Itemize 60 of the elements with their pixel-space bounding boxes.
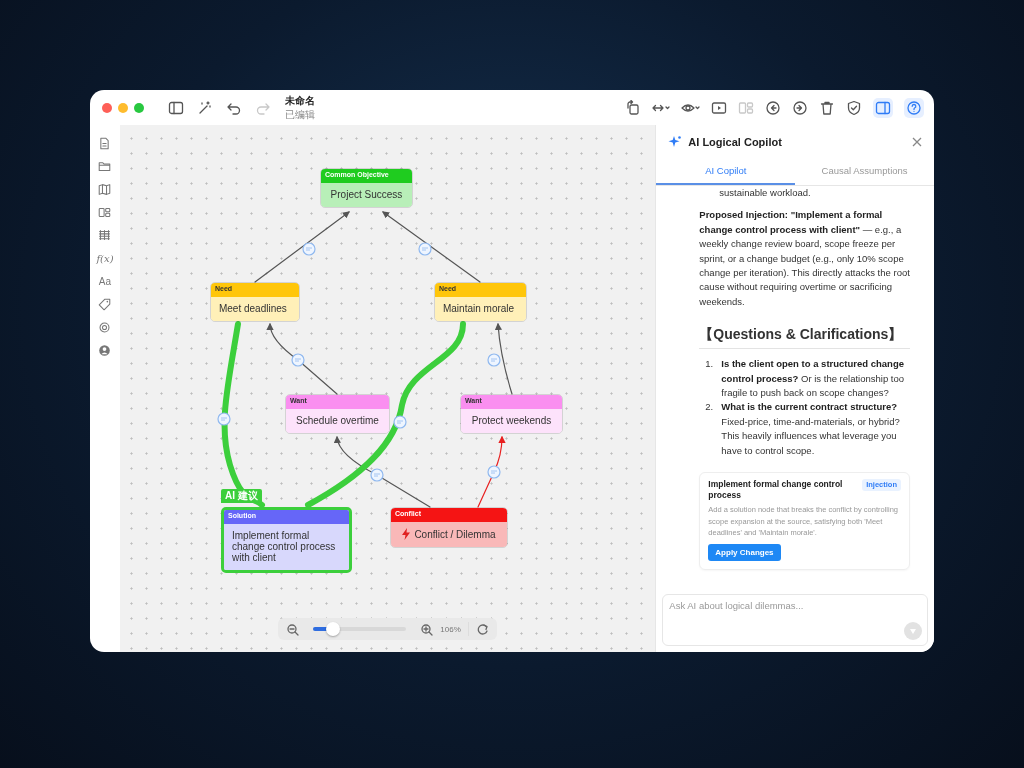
document-icon[interactable] bbox=[98, 137, 112, 150]
tag-icon[interactable] bbox=[98, 298, 112, 311]
trash-icon[interactable] bbox=[819, 99, 835, 116]
send-arrow-icon bbox=[909, 627, 917, 635]
chat-input-field[interactable]: Ask AI about logical dilemmas... bbox=[662, 594, 928, 646]
sidebar-tool[interactable]: f(x) bbox=[96, 252, 114, 265]
connector-arrow[interactable] bbox=[477, 435, 506, 508]
zoom-in-icon[interactable] bbox=[420, 622, 434, 636]
presentation-icon[interactable] bbox=[711, 99, 727, 116]
question-text: Is the client open to a structured change control process? Or is the relationship too fragile to push back on scope changes? bbox=[721, 357, 905, 401]
apply-changes-button[interactable]: Apply Changes bbox=[708, 543, 781, 561]
section-heading: 【Questions & Clarifications】 bbox=[699, 325, 910, 350]
answer-paragraph: Proposed Injection: "Implement a formal change control process with client" — e.g., a weekly change review board, scope freeze per sprint, or a change budget (e.g., only 10% scope change per iteration). This directly attacks the root cause without requiring overtime or sacrificing weekends. bbox=[699, 208, 910, 309]
folder-icon[interactable] bbox=[98, 160, 112, 173]
comment-icon[interactable] bbox=[370, 468, 384, 482]
answer-text: sustainable workload. bbox=[718, 186, 812, 200]
panel-title: AI Logical Copilot bbox=[688, 135, 782, 148]
sidebar-toggle-icon[interactable] bbox=[168, 99, 184, 116]
document-title: 未命名 bbox=[285, 93, 315, 108]
zoom-window-button[interactable] bbox=[134, 102, 144, 113]
slider-thumb[interactable] bbox=[325, 622, 340, 636]
map-icon[interactable] bbox=[98, 183, 112, 196]
node-text: Implement formal change control process with client bbox=[231, 530, 337, 563]
forward-circle-icon[interactable] bbox=[792, 99, 808, 116]
connector-arrow[interactable] bbox=[254, 211, 350, 283]
grid-icon[interactable] bbox=[98, 229, 112, 242]
ai-suggestion-tag: AI 建议 bbox=[220, 489, 262, 503]
node-text: Protect weekends bbox=[471, 415, 552, 426]
lightning-icon bbox=[402, 528, 411, 540]
settings-icon[interactable] bbox=[98, 321, 112, 334]
node-text: Schedule overtime bbox=[296, 415, 379, 426]
connector-arrow[interactable] bbox=[266, 322, 338, 395]
back-circle-icon[interactable] bbox=[765, 99, 781, 116]
help-icon[interactable] bbox=[904, 97, 924, 118]
question-text: What is the current contract structure? Fixed-price, time-and-materials, or hybrid? This heavily influences what leverage you have to control scope. bbox=[721, 400, 901, 458]
user-avatar-icon[interactable] bbox=[98, 344, 112, 357]
node-text: Meet deadlines bbox=[218, 303, 287, 314]
connector-arrow[interactable] bbox=[494, 322, 513, 395]
layout-icon[interactable] bbox=[98, 206, 112, 219]
shield-check-icon[interactable] bbox=[846, 99, 862, 116]
node-text: Project Success bbox=[330, 189, 403, 200]
zoom-out-icon[interactable] bbox=[285, 622, 299, 636]
magic-wand-icon[interactable] bbox=[197, 99, 213, 116]
comment-icon[interactable] bbox=[291, 353, 305, 367]
list-number: 1. bbox=[705, 357, 715, 372]
comment-icon[interactable] bbox=[302, 242, 316, 256]
comment-icon[interactable] bbox=[418, 242, 432, 256]
sidebar-tool[interactable]: Aa bbox=[98, 275, 112, 288]
list-number: 2. bbox=[705, 400, 715, 415]
node-text: Maintain morale bbox=[442, 303, 515, 314]
rotate-icon[interactable] bbox=[625, 99, 641, 116]
node-text: Conflict / Dilemma bbox=[414, 528, 496, 540]
side-panel-icon[interactable] bbox=[873, 97, 893, 118]
refresh-icon[interactable] bbox=[475, 622, 489, 636]
card-title: Implement formal change control process bbox=[708, 479, 844, 502]
document-status: 已编辑 bbox=[285, 107, 315, 122]
zoom-percentage: 106% bbox=[440, 624, 461, 634]
close-window-button[interactable] bbox=[102, 102, 112, 113]
close-icon[interactable] bbox=[912, 136, 922, 147]
panel-tab[interactable]: AI Copilot bbox=[656, 158, 796, 185]
